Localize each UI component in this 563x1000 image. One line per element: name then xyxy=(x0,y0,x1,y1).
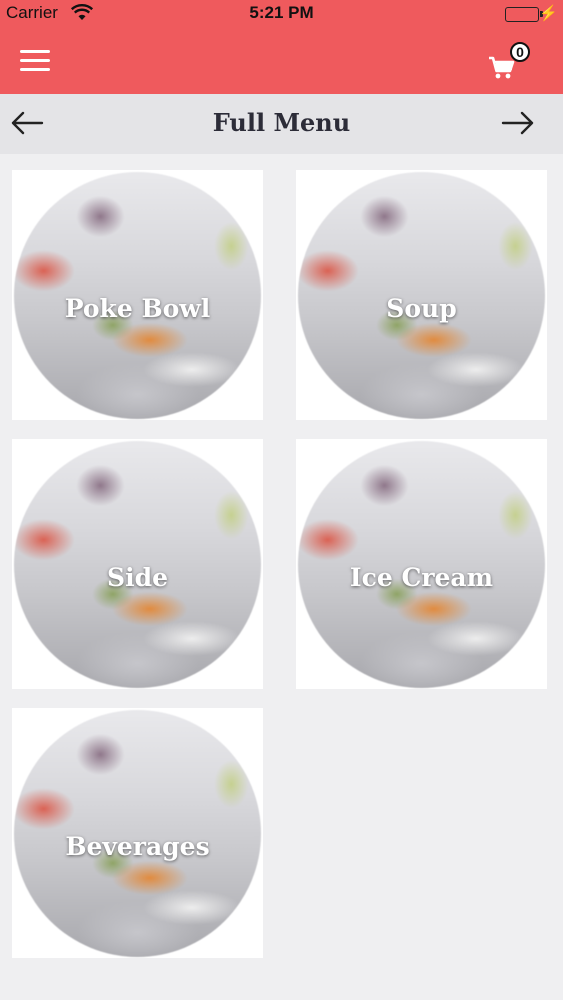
menu-card-label: Ice Cream xyxy=(349,563,494,592)
menu-card-label: Beverages xyxy=(65,832,210,861)
app-header: 0 xyxy=(0,28,563,94)
menu-card-ice-cream[interactable]: Ice Cream xyxy=(296,439,547,689)
cart-count-badge: 0 xyxy=(510,42,530,62)
hamburger-menu-icon[interactable] xyxy=(20,50,50,74)
shopping-cart-icon xyxy=(489,56,515,79)
menu-card-soup[interactable]: Soup xyxy=(296,170,547,420)
charging-bolt-icon: ⚡ xyxy=(539,5,558,22)
title-bar: Full Menu xyxy=(0,94,563,154)
menu-card-beverages[interactable]: Beverages xyxy=(12,708,263,958)
menu-card-side[interactable]: Side xyxy=(12,439,263,689)
menu-card-label: Side xyxy=(107,563,168,592)
page-title: Full Menu xyxy=(212,108,351,137)
status-bar: Carrier 5:21 PM ⚡ xyxy=(0,0,563,28)
arrow-right-icon[interactable] xyxy=(501,108,535,138)
clock-time: 5:21 PM xyxy=(249,3,314,22)
menu-card-label: Soup xyxy=(386,294,457,323)
battery-icon xyxy=(505,7,539,22)
menu-card-poke-bowl[interactable]: Poke Bowl xyxy=(12,170,263,420)
cart-button[interactable]: 0 xyxy=(486,42,530,84)
menu-card-label: Poke Bowl xyxy=(64,294,211,323)
